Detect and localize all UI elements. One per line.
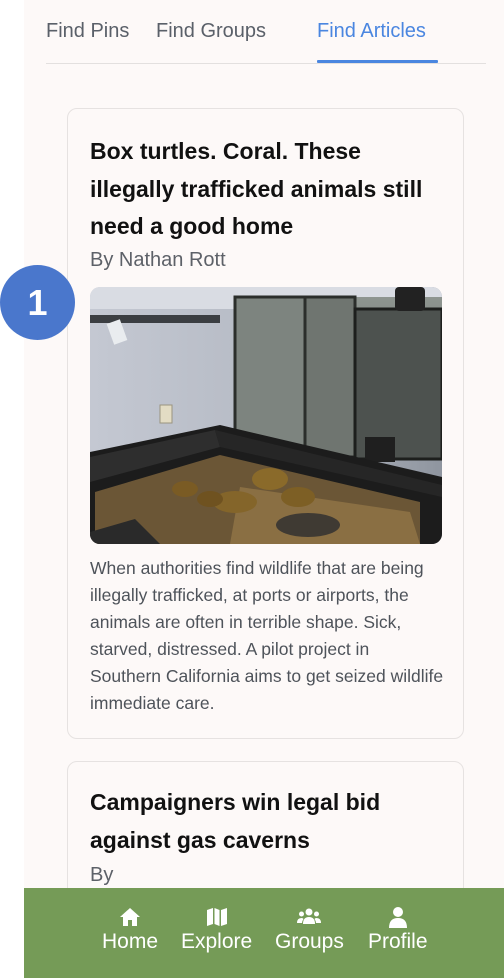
nav-home-label: Home bbox=[102, 930, 159, 953]
nav-groups-button[interactable]: Groups bbox=[275, 906, 344, 954]
step-number-badge: 1 bbox=[0, 265, 75, 340]
article-description: When authorities find wildlife that are … bbox=[90, 558, 444, 713]
article-title[interactable]: Box turtles. Coral. These illegally traf… bbox=[90, 133, 450, 246]
article-author: By Nathan Rott bbox=[90, 249, 226, 271]
user-icon bbox=[388, 907, 407, 928]
turtles-enclosure-photo bbox=[90, 287, 442, 544]
article-card[interactable]: Box turtles. Coral. These illegally traf… bbox=[67, 108, 464, 739]
nav-groups-label: Groups bbox=[275, 930, 344, 953]
users-icon bbox=[297, 908, 322, 924]
nav-explore-label: Explore bbox=[181, 930, 253, 953]
tab-find-groups[interactable]: Find Groups bbox=[156, 20, 266, 43]
tab-find-articles[interactable]: Find Articles bbox=[317, 20, 426, 43]
home-icon bbox=[120, 908, 141, 926]
nav-home-button[interactable]: Home bbox=[102, 906, 158, 954]
active-tab-indicator bbox=[317, 60, 438, 63]
article-author: By bbox=[90, 864, 114, 886]
page: Find Pins Find Groups Find Articles Box … bbox=[24, 0, 504, 978]
article-title[interactable]: Campaigners win legal bid against gas ca… bbox=[90, 784, 450, 859]
nav-explore-button[interactable]: Explore bbox=[181, 906, 252, 954]
tab-find-pins[interactable]: Find Pins bbox=[46, 20, 129, 43]
tab-bar: Find Pins Find Groups Find Articles bbox=[46, 0, 486, 64]
bottom-navigation: Home Explore Groups Profile bbox=[24, 888, 504, 978]
nav-profile-label: Profile bbox=[368, 930, 428, 953]
nav-profile-button[interactable]: Profile bbox=[368, 906, 428, 954]
article-image[interactable] bbox=[90, 287, 442, 544]
map-icon bbox=[206, 908, 227, 926]
